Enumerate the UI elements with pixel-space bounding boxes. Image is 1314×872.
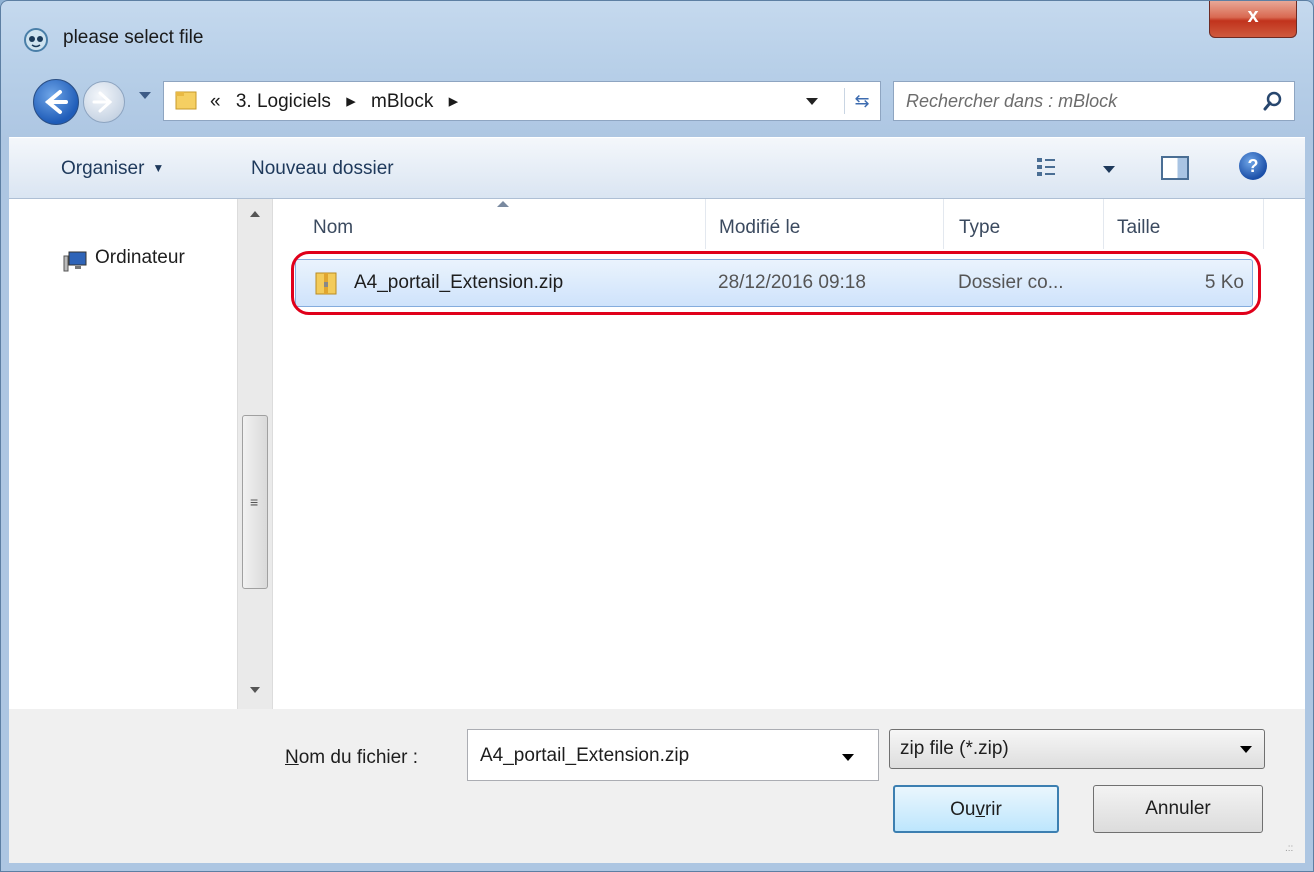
forward-button[interactable] bbox=[83, 81, 125, 123]
window-title: please select file bbox=[63, 27, 204, 48]
column-header-type[interactable]: Type bbox=[959, 217, 1000, 239]
filetype-select[interactable]: zip file (*.zip) bbox=[889, 729, 1265, 769]
refresh-icon[interactable]: ⇆ bbox=[844, 88, 879, 114]
filetype-value: zip file (*.zip) bbox=[900, 738, 1009, 759]
column-divider[interactable] bbox=[705, 199, 706, 249]
arrow-right-icon bbox=[92, 91, 113, 113]
new-folder-button[interactable]: Nouveau dossier bbox=[251, 158, 394, 180]
breadcrumb-separator-icon[interactable]: ▸ bbox=[346, 91, 356, 112]
cancel-button[interactable]: Annuler bbox=[1093, 785, 1263, 833]
address-bar[interactable]: « 3. Logiciels ▸ mBlock ▸ ⇆ bbox=[163, 81, 881, 121]
column-divider[interactable] bbox=[1103, 199, 1104, 249]
sidebar-item-label: Ordinateur bbox=[95, 247, 185, 268]
column-header-name[interactable]: Nom bbox=[313, 217, 353, 239]
chevron-down-icon[interactable] bbox=[842, 754, 854, 761]
column-header-modified[interactable]: Modifié le bbox=[719, 217, 800, 239]
breadcrumb-overflow[interactable]: « bbox=[210, 91, 221, 112]
view-details-icon[interactable] bbox=[1035, 154, 1069, 180]
nav-scrollbar[interactable]: ≡ bbox=[237, 199, 273, 709]
mblock-panda-icon bbox=[24, 28, 48, 52]
search-icon[interactable] bbox=[1262, 90, 1284, 112]
filename-label-text: om du fichier : bbox=[298, 747, 419, 768]
search-box[interactable]: Rechercher dans : mBlock bbox=[893, 81, 1295, 121]
scroll-thumb[interactable]: ≡ bbox=[242, 415, 268, 589]
chevron-down-icon[interactable] bbox=[1240, 746, 1252, 753]
breadcrumb-separator-icon[interactable]: ▸ bbox=[449, 91, 459, 112]
organize-menu[interactable]: Organiser bbox=[61, 158, 164, 180]
scroll-up-icon[interactable] bbox=[250, 211, 260, 217]
computer-icon bbox=[63, 251, 87, 272]
breadcrumb-item-mblock[interactable]: mBlock bbox=[371, 91, 433, 112]
close-button[interactable]: x bbox=[1209, 1, 1297, 38]
recent-pages-dropdown[interactable] bbox=[139, 92, 151, 99]
filename-value[interactable]: A4_portail_Extension.zip bbox=[480, 745, 689, 767]
title-bar: please select file x bbox=[1, 1, 1313, 52]
preview-pane-icon[interactable] bbox=[1161, 156, 1189, 180]
folder-icon bbox=[175, 91, 197, 110]
filename-field[interactable]: A4_portail_Extension.zip bbox=[467, 729, 879, 781]
open-label-part: rir bbox=[984, 799, 1002, 820]
breadcrumb: « 3. Logiciels ▸ mBlock ▸ bbox=[210, 90, 468, 113]
file-list: Nom Modifié le Type Taille A4_portail_Ex… bbox=[273, 199, 1305, 709]
highlight-annotation bbox=[291, 251, 1261, 315]
view-options-dropdown[interactable] bbox=[1103, 166, 1115, 173]
navigation-pane: Ordinateur bbox=[9, 199, 237, 709]
arrow-left-icon bbox=[44, 90, 68, 114]
help-icon[interactable]: ? bbox=[1239, 152, 1267, 180]
sort-ascending-icon bbox=[497, 201, 509, 207]
scroll-down-icon[interactable] bbox=[250, 687, 260, 693]
filename-label-accesskey: N bbox=[285, 747, 299, 768]
back-button[interactable] bbox=[33, 79, 79, 125]
resize-grip-icon[interactable]: .:: bbox=[1285, 843, 1293, 854]
dialog-footer: Nom du fichier : A4_portail_Extension.zi… bbox=[9, 709, 1305, 863]
file-dialog: please select file x « 3. Logiciels ▸ mB… bbox=[0, 0, 1314, 872]
breadcrumb-item-logiciels[interactable]: 3. Logiciels bbox=[236, 91, 331, 112]
address-dropdown[interactable] bbox=[806, 98, 818, 105]
column-divider[interactable] bbox=[943, 199, 944, 249]
column-header-size[interactable]: Taille bbox=[1117, 217, 1160, 239]
open-label-accesskey: v bbox=[975, 799, 985, 820]
search-input[interactable]: Rechercher dans : mBlock bbox=[906, 91, 1117, 112]
command-bar: Organiser Nouveau dossier ? bbox=[9, 137, 1305, 199]
open-button[interactable]: Ouvrir bbox=[893, 785, 1059, 833]
grip-icon: ≡ bbox=[250, 494, 259, 510]
filename-label: Nom du fichier : bbox=[285, 747, 418, 769]
column-divider[interactable] bbox=[1263, 199, 1264, 249]
open-label-part: Ou bbox=[950, 799, 976, 820]
